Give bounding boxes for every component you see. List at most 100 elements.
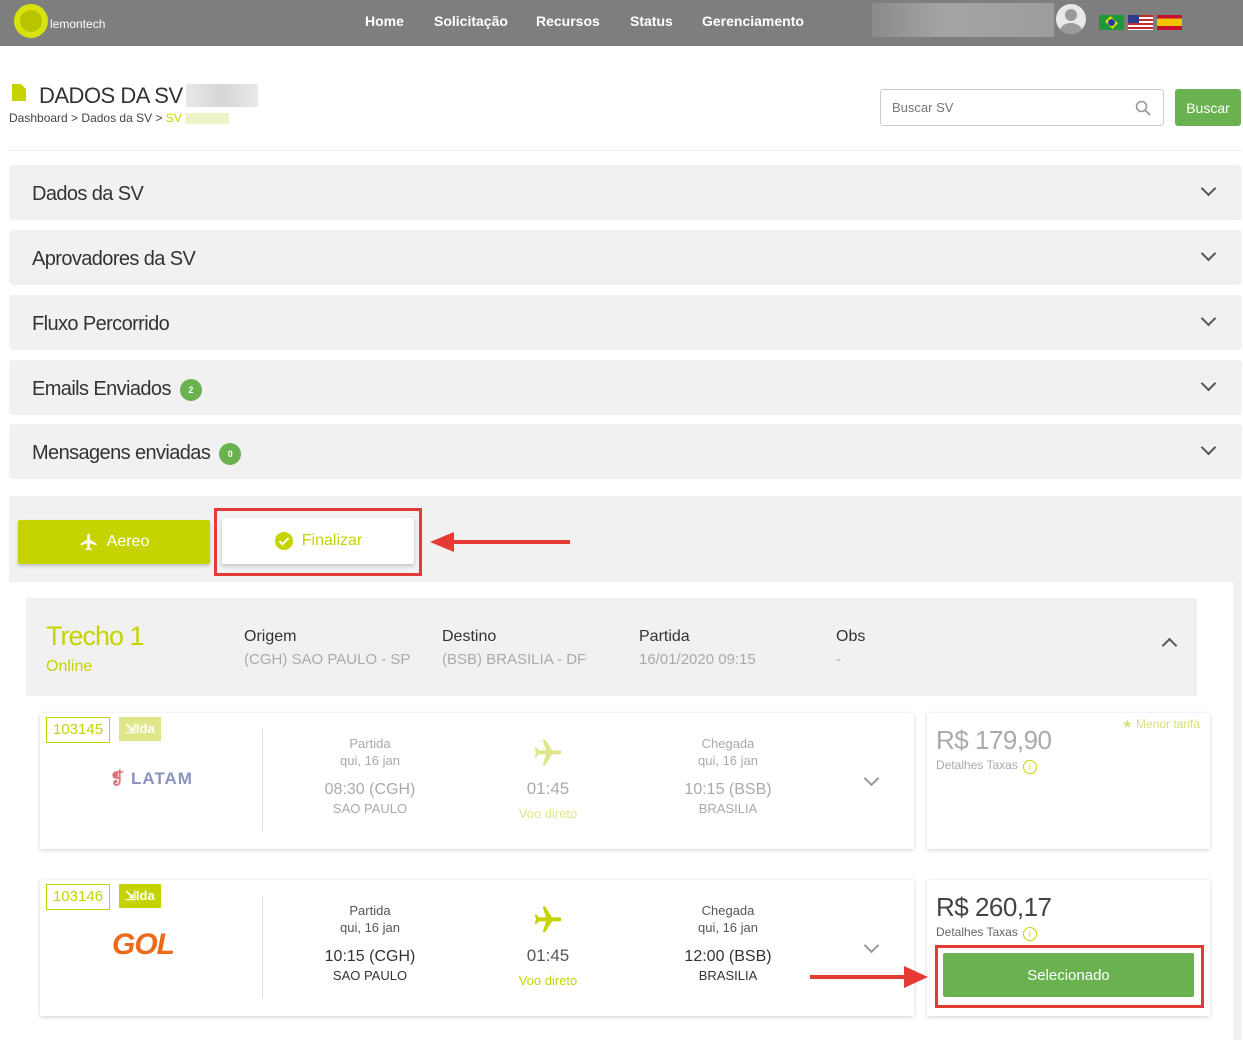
obs-value: -: [836, 651, 841, 668]
chevron-down-icon[interactable]: [1200, 375, 1217, 392]
ida-badge: ⇲Ida: [119, 884, 161, 908]
tax-details-link[interactable]: Detalhes Taxas i: [936, 925, 1037, 941]
spain-flag-icon[interactable]: [1157, 15, 1182, 30]
chevron-down-icon[interactable]: [1200, 310, 1217, 327]
chevron-down-icon[interactable]: [1200, 439, 1217, 456]
accordion-dados-sv[interactable]: Dados da SV: [9, 165, 1242, 220]
latam-logo: ❡ LATAM: [110, 769, 193, 789]
duration: 01:45: [526, 779, 570, 798]
direct-flight-label: Voo direto: [518, 973, 578, 988]
nav-status[interactable]: Status: [630, 13, 673, 29]
price: R$ 260,17: [936, 892, 1052, 922]
sv-number-redacted: [186, 84, 258, 107]
accordion-title: Aprovadores da SV: [32, 248, 196, 270]
usa-flag-icon[interactable]: [1128, 15, 1153, 30]
trecho-title: Trecho 1: [46, 621, 145, 651]
nav-recursos[interactable]: Recursos: [536, 13, 600, 29]
departure-date: qui, 16 jan: [340, 753, 400, 768]
nav-solicitacao[interactable]: Solicitação: [434, 13, 508, 29]
breadcrumb-redacted: [185, 113, 230, 125]
arrival-city: BRASILIA: [698, 801, 758, 816]
arrival-date: qui, 16 jan: [698, 753, 758, 768]
partida-value: 16/01/2020 09:15: [639, 651, 756, 668]
breadcrumb: Dashboard > Dados da SV > SV: [9, 111, 230, 125]
chevron-down-icon[interactable]: [863, 770, 880, 787]
breadcrumb-current: SV: [165, 111, 182, 125]
search-icon[interactable]: [1135, 100, 1151, 116]
breadcrumb-dashboard[interactable]: Dashboard: [9, 111, 68, 125]
direct-flight-label: Voo direto: [518, 806, 578, 821]
flight-code: 103145: [46, 717, 111, 743]
divider: [262, 729, 263, 831]
accordion-fluxo[interactable]: Fluxo Percorrido: [9, 295, 1242, 350]
arrival-label: Chegada: [701, 736, 755, 751]
arrival-time: 10:15 (BSB): [684, 781, 772, 798]
arrival-time: 12:00 (BSB): [684, 948, 772, 965]
search-button[interactable]: Buscar: [1175, 89, 1241, 126]
accordion-title: Dados da SV: [32, 183, 144, 205]
airplane-icon: [534, 739, 562, 765]
tax-details-link[interactable]: Detalhes Taxas i: [936, 758, 1037, 774]
trecho-header[interactable]: [26, 598, 1197, 696]
destino-label: Destino: [442, 628, 497, 645]
departure-label: Partida: [349, 903, 391, 918]
arrival-date: qui, 16 jan: [698, 920, 758, 935]
accordion-title: Mensagens enviadas: [32, 442, 211, 464]
obs-label: Obs: [836, 628, 866, 645]
lemon-logo-icon[interactable]: [14, 4, 48, 38]
accordion-mensagens[interactable]: Mensagens enviadas 0: [9, 424, 1242, 479]
search-input[interactable]: [890, 99, 1124, 116]
origem-value: (CGH) SAO PAULO - SP: [244, 651, 411, 668]
logo-text[interactable]: lemontech: [50, 17, 105, 31]
search-box[interactable]: [880, 89, 1164, 126]
arrow-head-left-icon: [430, 532, 454, 552]
price: R$ 179,90: [936, 725, 1052, 755]
ida-label: Ida: [135, 888, 155, 903]
divider: [262, 896, 263, 998]
nav-home[interactable]: Home: [365, 13, 404, 29]
arrow-to-finalizar: [448, 540, 570, 544]
mensagens-count-badge: 0: [219, 443, 242, 465]
partida-label: Partida: [639, 628, 690, 645]
user-avatar-icon[interactable]: [1056, 4, 1086, 34]
latam-logo-mark-icon: ❡: [110, 769, 126, 788]
accordion-title: Emails Enviados: [32, 378, 171, 400]
chevron-down-icon[interactable]: [1200, 245, 1217, 262]
departure-city: SAO PAULO: [332, 801, 408, 816]
breadcrumb-dados-sv[interactable]: Dados da SV: [81, 111, 152, 125]
gol-logo: GOL: [112, 928, 175, 961]
price-card-latam: ★ Menor tarifa R$ 179,90 Detalhes Taxas i: [927, 713, 1210, 849]
chevron-down-icon[interactable]: [1200, 180, 1217, 197]
flight-card-gol[interactable]: 103146 ⇲Ida GOL Partida qui, 16 jan 10:1…: [40, 880, 914, 1016]
destino-value: (BSB) BRASILIA - DF: [442, 651, 587, 668]
airplane-icon: [80, 533, 97, 551]
departure-time: 08:30 (CGH): [324, 781, 416, 798]
selected-highlight-box: [935, 945, 1204, 1008]
ida-badge: ⇲Ida: [119, 717, 161, 741]
page-title: DADOS DA SV: [39, 83, 183, 108]
emails-count-badge: 2: [179, 379, 202, 401]
airplane-icon: [534, 906, 562, 932]
lowest-fare-tag: ★ Menor tarifa: [1121, 717, 1200, 731]
top-navigation-bar: lemontech Home Solicitação Recursos Stat…: [0, 0, 1243, 46]
airline-name: LATAM: [130, 769, 193, 788]
nav-gerenciamento[interactable]: Gerenciamento: [702, 13, 804, 29]
accordion-aprovadores[interactable]: Aprovadores da SV: [9, 230, 1242, 285]
user-name-area[interactable]: [872, 3, 1054, 37]
accordion-emails[interactable]: Emails Enviados 2: [9, 360, 1242, 415]
departure-city: SAO PAULO: [332, 968, 408, 983]
accordion-title-wrap: Emails Enviados 2: [32, 378, 202, 401]
arrival-label: Chegada: [701, 903, 755, 918]
chevron-down-icon[interactable]: [863, 937, 880, 954]
lowest-fare-label: Menor tarifa: [1135, 717, 1200, 731]
arrow-head-right-icon: [904, 966, 928, 988]
aereo-button[interactable]: Aereo: [18, 520, 210, 564]
info-icon[interactable]: i: [1022, 927, 1037, 941]
info-icon[interactable]: i: [1022, 760, 1037, 774]
tax-details-label: Detalhes Taxas: [936, 925, 1018, 939]
flight-card-latam[interactable]: 103145 ⇲Ida ❡ LATAM Partida qui, 16 jan …: [40, 713, 914, 849]
duration: 01:45: [526, 946, 570, 965]
ida-label: Ida: [135, 721, 155, 736]
finalizar-highlight-box: [214, 508, 422, 576]
brazil-flag-icon[interactable]: [1099, 15, 1124, 30]
